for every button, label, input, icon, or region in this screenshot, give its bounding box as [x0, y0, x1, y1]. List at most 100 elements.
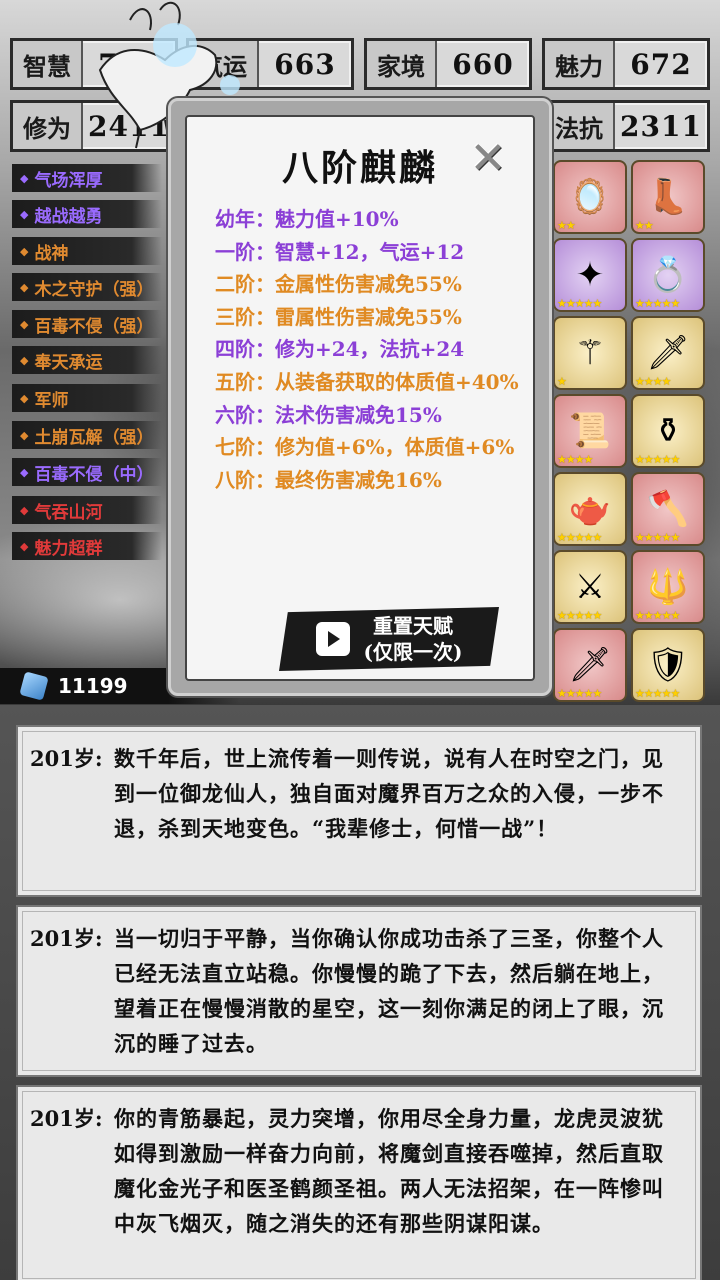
reset-sublabel: (仅限一次)	[363, 640, 463, 664]
gem-icon	[19, 671, 49, 701]
video-icon	[315, 622, 350, 656]
equipment-slot[interactable]: ⚱ ★★★★★	[631, 394, 705, 468]
stage-line: 三阶：雷属性伤害减免55%	[215, 304, 462, 329]
stage-line: 五阶：从装备获取的体质值+40%	[215, 369, 519, 394]
equipment-slot[interactable]: 📜 ★★★★	[553, 394, 627, 468]
talent-label: 百毒不侵（中）	[34, 464, 154, 485]
stat-family: 家境 660	[364, 38, 532, 90]
log-age: 201岁:	[30, 926, 103, 951]
life-log[interactable]: 201岁: 数千年后，世上流传着一则传说，说有人在时空之门，见到一位御龙仙人，独…	[0, 705, 720, 1280]
log-entry: 201岁: 当一切归于平静，当你确认你成功击杀了三圣，你整个人已经无法直立站稳。…	[16, 905, 702, 1077]
star-rating: ★★★★★	[557, 531, 602, 544]
star-rating: ★★	[557, 219, 576, 232]
stage-line: 二阶：金属性伤害减免55%	[215, 272, 462, 297]
log-age: 201岁:	[30, 1106, 103, 1131]
equipment-slot[interactable]: 🔱 ★★★★★	[631, 550, 705, 624]
star-rating: ★★	[635, 219, 654, 232]
equipment-slot[interactable]: 🪓 ★★★★★	[631, 472, 705, 546]
star-rating: ★★★★★	[557, 609, 602, 622]
stat-value: 660	[452, 47, 514, 81]
stage-line: 七阶：修为值+6%，体质值+6%	[215, 435, 515, 460]
diamond-icon: ◆	[20, 280, 29, 294]
talent-item[interactable]: ◆ 奉天承运	[12, 346, 162, 374]
star-rating: ★★★★	[557, 453, 593, 466]
diamond-icon: ◆	[20, 353, 29, 367]
star-rating: ★★★★★	[635, 609, 680, 622]
equipment-slot[interactable]: 🗡 ★★★★	[631, 316, 705, 390]
talent-item[interactable]: ◆ 气场浑厚	[12, 164, 162, 192]
stage-list: 幼年：魅力值+10% 一阶：智慧+12，气运+12 二阶：金属性伤害减免55% …	[215, 203, 555, 496]
scepter-icon: ⚚	[574, 333, 606, 373]
stage-line: 幼年：魅力值+10%	[215, 207, 399, 231]
star-rating: ★★★★★	[635, 453, 680, 466]
talent-item[interactable]: ◆ 百毒不侵（中）	[12, 458, 162, 486]
mirror-icon: 🪞	[568, 177, 612, 217]
stat-label: 法抗	[545, 103, 615, 149]
stage-line: 六阶：法术伤害减免15%	[215, 402, 442, 427]
talent-label: 军师	[34, 390, 69, 411]
talent-item[interactable]: ◆ 军师	[12, 384, 162, 412]
diamond-icon: ◆	[20, 244, 29, 258]
ring-icon: 💍	[646, 255, 690, 295]
equipment-slot[interactable]: ✦ ★★★★★	[553, 238, 627, 312]
diamond-icon: ◆	[20, 539, 29, 553]
spear-icon: 🔱	[646, 567, 690, 607]
star-rating: ★★★★★	[557, 687, 602, 700]
diamond-icon: ◆	[20, 171, 29, 185]
stat-magic-resist: 法抗 2311	[542, 100, 710, 152]
talent-label: 奉天承运	[34, 352, 103, 373]
talent-item[interactable]: ◆ 魅力超群	[12, 532, 162, 560]
stage-line: 四阶：修为+24，法抗+24	[215, 337, 465, 362]
equipment-slot[interactable]: 🗡 ★★★★★	[553, 628, 627, 702]
cauldron-icon: ⚱	[653, 411, 683, 451]
diamond-icon: ◆	[20, 428, 29, 442]
star-rating: ★★★★★	[635, 687, 680, 700]
log-entry: 201岁: 你的青筋暴起，灵力突增，你用尽全身力量，龙虎灵波犹如得到激励一样奋力…	[16, 1085, 702, 1280]
talent-label: 气吞山河	[34, 502, 103, 523]
talent-label: 土崩瓦解（强）	[34, 427, 154, 448]
reset-talent-button[interactable]: 重置天赋 (仅限一次)	[279, 607, 499, 671]
stat-label: 魅力	[545, 41, 615, 87]
amulet-icon: ✦	[575, 255, 605, 295]
log-text: 数千年后，世上流传着一则传说，说有人在时空之门，见到一位御龙仙人，独自面对魔界百…	[114, 746, 664, 841]
star-rating: ★★★★★	[557, 297, 602, 310]
log-text: 当一切归于平静，当你确认你成功击杀了三圣，你整个人已经无法直立站稳。你慢慢的跪了…	[114, 926, 664, 1056]
armor-icon: 🛡	[646, 645, 690, 685]
boots-icon: 👢	[646, 177, 690, 217]
stat-value: 2311	[620, 109, 702, 143]
equipment-slot[interactable]: 👢 ★★	[631, 160, 705, 234]
reset-label: 重置天赋	[373, 614, 453, 638]
equipment-slot[interactable]: 💍 ★★★★★	[631, 238, 705, 312]
diamond-icon: ◆	[20, 317, 29, 331]
equipment-slot[interactable]: ⚔ ★★★★★	[553, 550, 627, 624]
talent-item[interactable]: ◆ 百毒不侵（强）	[12, 310, 162, 338]
stat-value: 663	[274, 47, 336, 81]
teapot-icon: 🫖	[568, 489, 612, 529]
star-rating: ★★★★★	[635, 297, 680, 310]
diamond-icon: ◆	[20, 391, 29, 405]
talent-item[interactable]: ◆ 气吞山河	[12, 496, 162, 524]
scroll-icon: 📜	[568, 411, 612, 451]
close-icon: ✕	[469, 132, 507, 184]
star-rating: ★★★★	[635, 375, 671, 388]
talent-label: 气场浑厚	[34, 170, 103, 191]
stat-charm: 魅力 672	[542, 38, 710, 90]
equipment-slot[interactable]: 🛡 ★★★★★	[631, 628, 705, 702]
talent-label: 越战越勇	[34, 206, 103, 227]
talent-item[interactable]: ◆ 木之守护（强）	[12, 273, 162, 301]
star-rating: ★★★★★	[635, 531, 680, 544]
talent-item[interactable]: ◆ 土崩瓦解（强）	[12, 421, 162, 449]
diamond-icon: ◆	[20, 503, 29, 517]
talent-label: 战神	[34, 243, 69, 264]
talent-detail-dialog: 八阶麒麟 ✕ 幼年：魅力值+10% 一阶：智慧+12，气运+12 二阶：金属性伤…	[168, 98, 552, 696]
talent-item[interactable]: ◆ 战神	[12, 237, 162, 265]
close-button[interactable]: ✕	[465, 132, 511, 184]
talent-label: 魅力超群	[34, 538, 103, 559]
dagger-icon: 🗡	[646, 333, 690, 373]
equipment-slot[interactable]: ⚚ ★	[553, 316, 627, 390]
equipment-slot[interactable]: 🪞 ★★	[553, 160, 627, 234]
equipment-slot[interactable]: 🫖 ★★★★★	[553, 472, 627, 546]
talent-item[interactable]: ◆ 越战越勇	[12, 200, 162, 228]
greatsword-icon: 🗡	[568, 645, 612, 685]
dialog-panel: 八阶麒麟 ✕ 幼年：魅力值+10% 一阶：智慧+12，气运+12 二阶：金属性伤…	[185, 115, 535, 681]
